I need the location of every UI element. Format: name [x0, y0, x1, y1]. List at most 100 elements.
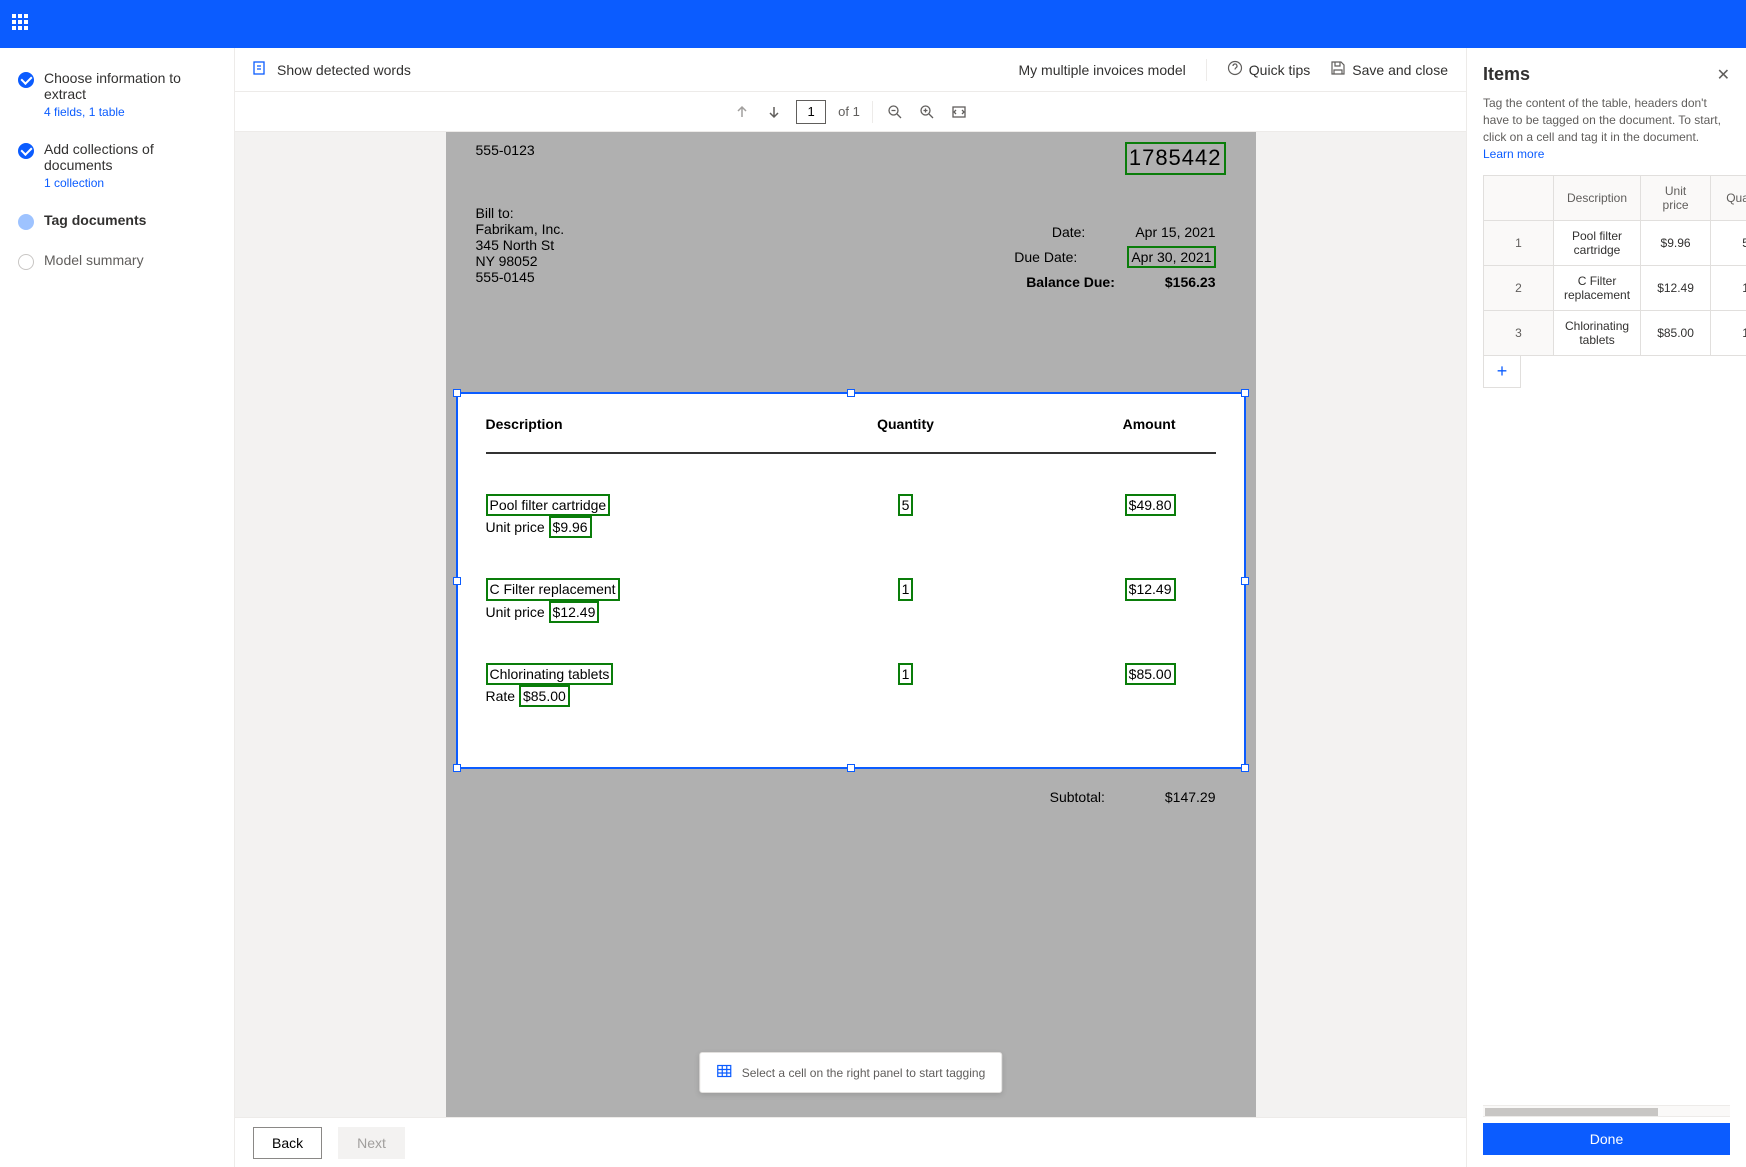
- resize-handle[interactable]: [1241, 389, 1249, 397]
- table-row: Pool filter cartridge Unit price $9.96 5…: [486, 494, 1216, 538]
- resize-handle[interactable]: [453, 764, 461, 772]
- subtotal-value: $147.29: [1165, 789, 1216, 805]
- panel-title: Items: [1483, 64, 1530, 85]
- unit-price-label: Unit price: [486, 604, 545, 620]
- date-label: Date:: [965, 224, 1085, 240]
- amount-tag[interactable]: $49.80: [1125, 494, 1176, 516]
- table-row: C Filter replacement Unit price $12.49 1…: [486, 578, 1216, 622]
- page-of-label: of 1: [838, 104, 860, 119]
- table-row: 2 C Filter replacement $12.49 1: [1484, 266, 1746, 311]
- nav-step-choose-info[interactable]: Choose information to extract 4 fields, …: [18, 70, 216, 119]
- close-icon[interactable]: ✕: [1717, 65, 1730, 85]
- zoom-out-icon[interactable]: [885, 102, 905, 122]
- arrow-down-icon[interactable]: [764, 102, 784, 122]
- unit-price-label: Unit price: [486, 519, 545, 535]
- model-name-label: My multiple invoices model: [1019, 62, 1186, 78]
- learn-more-link[interactable]: Learn more: [1467, 147, 1746, 161]
- horizontal-scrollbar[interactable]: [1483, 1105, 1730, 1117]
- cell-price[interactable]: $85.00: [1641, 311, 1711, 356]
- step-sub: 4 fields, 1 table: [44, 105, 216, 119]
- check-icon: [18, 72, 34, 88]
- cell-price[interactable]: $12.49: [1641, 266, 1711, 311]
- qty-tag[interactable]: 1: [898, 578, 914, 600]
- table-row: Chlorinating tablets Rate $85.00 1 $85.0…: [486, 663, 1216, 707]
- nav-step-tag-documents[interactable]: Tag documents: [18, 212, 216, 230]
- page-number-input[interactable]: [796, 100, 826, 124]
- col-quantity: Quantity: [806, 416, 1006, 432]
- cell-desc[interactable]: Pool filter cartridge: [1554, 221, 1641, 266]
- desc-tag[interactable]: Pool filter cartridge: [486, 494, 611, 516]
- left-nav: Choose information to extract 4 fields, …: [0, 48, 235, 1167]
- balance-label: Balance Due:: [995, 274, 1115, 290]
- zoom-in-icon[interactable]: [917, 102, 937, 122]
- subtotal-label: Subtotal:: [1050, 789, 1105, 805]
- row-index: 1: [1484, 221, 1554, 266]
- items-panel: Items ✕ Tag the content of the table, he…: [1466, 48, 1746, 1167]
- resize-handle[interactable]: [847, 764, 855, 772]
- toolbar: Show detected words My multiple invoices…: [235, 48, 1466, 92]
- arrow-up-icon[interactable]: [732, 102, 752, 122]
- billto-label: Bill to:: [476, 205, 1226, 221]
- resize-handle[interactable]: [453, 577, 461, 585]
- col-price-header: Unit price: [1641, 176, 1711, 221]
- amount-tag[interactable]: $12.49: [1125, 578, 1176, 600]
- table-icon: [716, 1063, 732, 1082]
- document-canvas[interactable]: 555-0123 1785442 Bill to: Fabrikam, Inc.…: [235, 132, 1466, 1117]
- back-button[interactable]: Back: [253, 1127, 322, 1159]
- selected-table-region[interactable]: Description Quantity Amount Pool filter …: [456, 392, 1246, 769]
- step-label: Choose information to extract: [44, 70, 216, 102]
- unit-price-tag[interactable]: $9.96: [549, 516, 592, 538]
- nav-step-model-summary[interactable]: Model summary: [18, 252, 216, 270]
- cell-qty[interactable]: 5: [1711, 221, 1746, 266]
- qty-tag[interactable]: 5: [898, 494, 914, 516]
- document-toolbar: of 1: [235, 92, 1466, 132]
- text-detect-icon: [253, 60, 269, 79]
- divider: [872, 101, 873, 123]
- resize-handle[interactable]: [1241, 577, 1249, 585]
- cell-qty[interactable]: 1: [1711, 266, 1746, 311]
- waffle-icon[interactable]: [12, 14, 32, 34]
- qty-tag[interactable]: 1: [898, 663, 914, 685]
- amount-tag[interactable]: $85.00: [1125, 663, 1176, 685]
- row-index: 3: [1484, 311, 1554, 356]
- cell-qty[interactable]: 1: [1711, 311, 1746, 356]
- rate-label: Rate: [486, 688, 516, 704]
- col-description: Description: [486, 416, 806, 432]
- tagging-hint-toast: Select a cell on the right panel to star…: [699, 1052, 1003, 1093]
- row-index: 2: [1484, 266, 1554, 311]
- date-value: Apr 15, 2021: [1135, 224, 1215, 240]
- items-table: Description Unit price Quantit 1 Pool fi…: [1483, 175, 1746, 356]
- quick-tips-button[interactable]: Quick tips: [1227, 60, 1310, 79]
- cell-desc[interactable]: C Filter replacement: [1554, 266, 1641, 311]
- col-amount: Amount: [1006, 416, 1216, 432]
- step-label: Model summary: [44, 252, 144, 268]
- resize-handle[interactable]: [1241, 764, 1249, 772]
- table-row: 3 Chlorinating tablets $85.00 1: [1484, 311, 1746, 356]
- step-sub: 1 collection: [44, 176, 216, 190]
- unit-price-tag[interactable]: $12.49: [549, 601, 600, 623]
- nav-step-add-collections[interactable]: Add collections of documents 1 collectio…: [18, 141, 216, 190]
- due-date-label: Due Date:: [957, 249, 1077, 265]
- resize-handle[interactable]: [847, 389, 855, 397]
- step-label: Add collections of documents: [44, 141, 216, 173]
- save-and-close-button[interactable]: Save and close: [1330, 60, 1448, 79]
- next-button: Next: [338, 1127, 405, 1159]
- fit-screen-icon[interactable]: [949, 102, 969, 122]
- check-icon: [18, 143, 34, 159]
- divider: [1206, 59, 1207, 81]
- desc-tag[interactable]: Chlorinating tablets: [486, 663, 614, 685]
- done-button[interactable]: Done: [1483, 1123, 1730, 1155]
- due-date-tag[interactable]: Apr 30, 2021: [1127, 246, 1215, 268]
- add-row-button[interactable]: +: [1483, 356, 1521, 388]
- invoice-number-tag[interactable]: 1785442: [1125, 142, 1226, 175]
- col-qty-header: Quantit: [1711, 176, 1746, 221]
- pending-step-icon: [18, 254, 34, 270]
- desc-tag[interactable]: C Filter replacement: [486, 578, 620, 600]
- rate-tag[interactable]: $85.00: [519, 685, 570, 707]
- show-detected-words-button[interactable]: Show detected words: [253, 60, 411, 79]
- panel-description: Tag the content of the table, headers do…: [1467, 85, 1746, 147]
- cell-desc[interactable]: Chlorinating tablets: [1554, 311, 1641, 356]
- resize-handle[interactable]: [453, 389, 461, 397]
- help-icon: [1227, 60, 1243, 79]
- cell-price[interactable]: $9.96: [1641, 221, 1711, 266]
